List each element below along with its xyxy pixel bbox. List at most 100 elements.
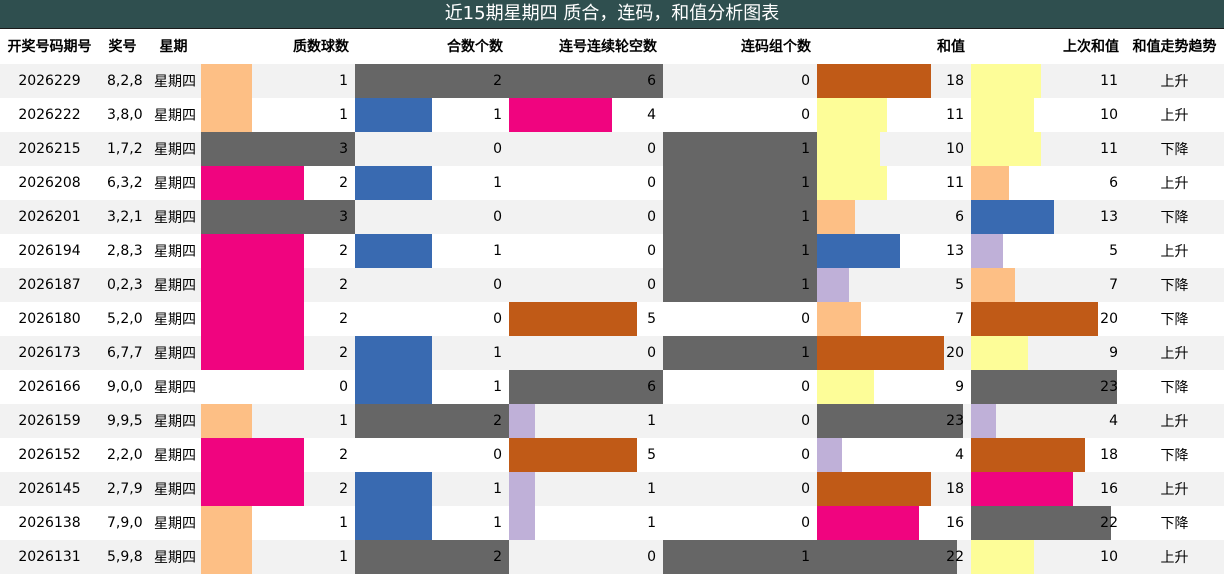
consecutive-gap-cell: 6 bbox=[509, 370, 663, 404]
trend-cell: 上升 bbox=[1125, 336, 1224, 370]
header-numbers: 奖号 bbox=[108, 39, 137, 55]
prime-count-value: 2 bbox=[339, 447, 348, 463]
period-cell: 2026166 bbox=[0, 370, 99, 404]
trend-cell: 上升 bbox=[1125, 166, 1224, 200]
sum-cell: 16 bbox=[817, 506, 971, 540]
consecutive-gap-value: 0 bbox=[647, 345, 656, 361]
numbers-cell: 2,7,9 bbox=[99, 472, 146, 506]
sum-value: 7 bbox=[955, 311, 964, 327]
prev-sum-cell: 20 bbox=[971, 302, 1125, 336]
weekday-cell: 星期四 bbox=[146, 336, 201, 370]
composite-count-value: 1 bbox=[493, 515, 502, 531]
consecutive-groups-value: 1 bbox=[801, 549, 810, 565]
weekday-cell: 星期四 bbox=[146, 370, 201, 404]
header-prime-count: 质数球数 bbox=[293, 39, 349, 55]
sum-bar bbox=[817, 438, 842, 472]
consecutive-groups-value: 1 bbox=[801, 141, 810, 157]
composite-count-value: 1 bbox=[493, 481, 502, 497]
prev-sum-bar bbox=[971, 336, 1028, 370]
trend-cell: 下降 bbox=[1125, 302, 1224, 336]
consecutive-gap-value: 6 bbox=[647, 73, 656, 89]
prev-sum-bar bbox=[971, 506, 1111, 540]
composite-count-cell: 2 bbox=[355, 540, 509, 574]
composite-count-value: 2 bbox=[493, 549, 502, 565]
consecutive-gap-value: 4 bbox=[647, 107, 656, 123]
composite-count-cell: 0 bbox=[355, 438, 509, 472]
numbers-cell: 0,2,3 bbox=[99, 268, 146, 302]
consecutive-gap-bar bbox=[509, 404, 535, 438]
prime-count-value: 1 bbox=[339, 73, 348, 89]
weekday-cell: 星期四 bbox=[146, 132, 201, 166]
consecutive-groups-cell: 0 bbox=[663, 506, 817, 540]
prev-sum-value: 10 bbox=[1100, 549, 1118, 565]
prime-count-bar bbox=[201, 472, 304, 506]
prev-sum-cell: 7 bbox=[971, 268, 1125, 302]
sum-cell: 7 bbox=[817, 302, 971, 336]
prev-sum-value: 9 bbox=[1109, 345, 1118, 361]
sum-bar bbox=[817, 506, 919, 540]
prev-sum-cell: 22 bbox=[971, 506, 1125, 540]
composite-count-bar bbox=[355, 64, 509, 98]
prime-count-bar bbox=[201, 132, 355, 166]
prime-count-cell: 2 bbox=[201, 166, 355, 200]
numbers-cell: 2,2,0 bbox=[99, 438, 146, 472]
sum-bar bbox=[817, 336, 944, 370]
consecutive-groups-cell: 0 bbox=[663, 98, 817, 132]
prev-sum-cell: 23 bbox=[971, 370, 1125, 404]
prev-sum-bar bbox=[971, 268, 1015, 302]
sum-cell: 10 bbox=[817, 132, 971, 166]
consecutive-gap-value: 1 bbox=[647, 413, 656, 429]
trend-cell: 下降 bbox=[1125, 268, 1224, 302]
sum-cell: 4 bbox=[817, 438, 971, 472]
consecutive-groups-value: 0 bbox=[801, 73, 810, 89]
consecutive-groups-bar bbox=[663, 540, 817, 574]
prime-count-value: 2 bbox=[339, 277, 348, 293]
table-row: 2026208 6,3,2 星期四 2 1 0 1 11 6 上升 bbox=[0, 166, 1224, 200]
composite-count-value: 2 bbox=[493, 73, 502, 89]
composite-count-cell: 1 bbox=[355, 336, 509, 370]
sum-bar bbox=[817, 98, 887, 132]
consecutive-gap-cell: 1 bbox=[509, 506, 663, 540]
prime-count-cell: 2 bbox=[201, 336, 355, 370]
prime-count-value: 1 bbox=[339, 413, 348, 429]
consecutive-groups-cell: 1 bbox=[663, 268, 817, 302]
weekday-cell: 星期四 bbox=[146, 200, 201, 234]
weekday-cell: 星期四 bbox=[146, 268, 201, 302]
composite-count-bar bbox=[355, 506, 432, 540]
prime-count-bar bbox=[201, 166, 304, 200]
sum-cell: 11 bbox=[817, 166, 971, 200]
prime-count-cell: 2 bbox=[201, 302, 355, 336]
composite-count-value: 0 bbox=[493, 277, 502, 293]
consecutive-groups-cell: 0 bbox=[663, 302, 817, 336]
period-cell: 2026145 bbox=[0, 472, 99, 506]
numbers-cell: 9,9,5 bbox=[99, 404, 146, 438]
consecutive-groups-cell: 0 bbox=[663, 64, 817, 98]
consecutive-gap-cell: 5 bbox=[509, 302, 663, 336]
prev-sum-bar bbox=[971, 234, 1003, 268]
header-composite-count: 合数个数 bbox=[447, 39, 503, 55]
header-sum: 和值 bbox=[937, 39, 965, 55]
prev-sum-value: 11 bbox=[1100, 141, 1118, 157]
composite-count-cell: 1 bbox=[355, 166, 509, 200]
consecutive-groups-value: 0 bbox=[801, 311, 810, 327]
prime-count-cell: 0 bbox=[201, 370, 355, 404]
sum-value: 20 bbox=[946, 345, 964, 361]
consecutive-groups-value: 1 bbox=[801, 277, 810, 293]
numbers-cell: 3,2,1 bbox=[99, 200, 146, 234]
consecutive-gap-cell: 0 bbox=[509, 166, 663, 200]
numbers-cell: 1,7,2 bbox=[99, 132, 146, 166]
consecutive-groups-cell: 0 bbox=[663, 370, 817, 404]
composite-count-value: 2 bbox=[493, 413, 502, 429]
prime-count-bar bbox=[201, 302, 304, 336]
consecutive-groups-value: 1 bbox=[801, 175, 810, 191]
table-row: 2026215 1,7,2 星期四 3 0 0 1 10 11 下降 bbox=[0, 132, 1224, 166]
consecutive-gap-bar bbox=[509, 98, 612, 132]
composite-count-value: 1 bbox=[493, 345, 502, 361]
composite-count-bar bbox=[355, 540, 509, 574]
sum-value: 18 bbox=[946, 73, 964, 89]
weekday-cell: 星期四 bbox=[146, 166, 201, 200]
table-row: 2026229 8,2,8 星期四 1 2 6 0 18 11 上升 bbox=[0, 64, 1224, 98]
trend-cell: 下降 bbox=[1125, 370, 1224, 404]
composite-count-value: 0 bbox=[493, 447, 502, 463]
composite-count-bar bbox=[355, 234, 432, 268]
